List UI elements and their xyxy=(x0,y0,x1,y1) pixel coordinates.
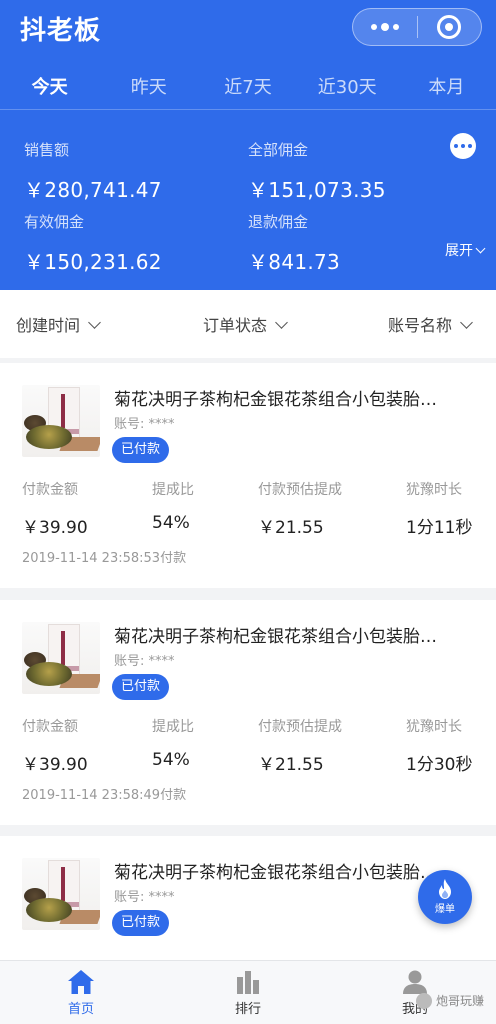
chevron-down-icon xyxy=(88,315,101,329)
chevron-down-icon xyxy=(475,243,486,253)
filter-account-name[interactable]: 账号名称 xyxy=(388,312,473,336)
tab-last-30-days[interactable]: 近30天 xyxy=(298,66,397,110)
product-thumbnail xyxy=(22,385,100,457)
status-badge: 已付款 xyxy=(112,674,170,700)
stat-label: 有效佣金 xyxy=(24,213,85,231)
status-badge: 已付款 xyxy=(112,437,170,463)
order-card[interactable]: 菊花决明子茶枸杞金银花茶组合小包装胎… 账号: **** 已付款 付款金额 ￥39… xyxy=(0,363,496,588)
col-rate: 提成比 54% xyxy=(152,719,194,770)
app-title: 抖老板 xyxy=(20,16,102,46)
wechat-account-icon xyxy=(415,992,432,1009)
chevron-down-icon xyxy=(275,315,288,329)
col-estimate: 付款预估提成 ￥21.55 xyxy=(258,482,342,538)
tabs-divider xyxy=(0,109,496,110)
chevron-down-icon xyxy=(460,315,473,329)
payment-time: 2019-11-14 23:58:49付款 xyxy=(22,788,187,803)
col-period: 犹豫时长 1分30秒 xyxy=(406,719,473,775)
col-amount: 付款金额 ￥39.90 xyxy=(22,719,88,775)
account-info: 账号: **** xyxy=(114,890,175,905)
col-estimate: 付款预估提成 ￥21.55 xyxy=(258,719,342,775)
more-menu-button[interactable] xyxy=(353,9,417,45)
hot-orders-button[interactable]: 爆单 xyxy=(418,870,472,924)
bar-chart-icon xyxy=(237,971,259,994)
col-period: 犹豫时长 1分11秒 xyxy=(406,482,473,538)
stat-refund-commission: 退款佣金 ￥841.73 xyxy=(248,211,340,275)
product-thumbnail xyxy=(22,858,100,930)
stat-sales: 销售额 ￥280,741.47 xyxy=(24,139,162,203)
filter-bar: 创建时间 订单状态 账号名称 xyxy=(0,290,496,358)
mini-program-capsule xyxy=(352,8,482,46)
tab-today[interactable]: 今天 xyxy=(0,66,99,110)
tabbar-item-ranking[interactable]: 排行 xyxy=(193,969,303,1017)
expand-button[interactable]: 展开 xyxy=(445,240,486,260)
order-card[interactable]: 菊花决明子茶枸杞金银花茶组合小包装胎… 账号: **** 已付款 付款金额 ￥39… xyxy=(0,600,496,825)
target-icon xyxy=(437,15,462,39)
product-name: 菊花决明子茶枸杞金银花茶组合小包装胎… xyxy=(114,627,437,647)
flame-icon xyxy=(439,879,451,899)
close-program-button[interactable] xyxy=(418,9,482,45)
tab-yesterday[interactable]: 昨天 xyxy=(99,66,198,110)
stats-more-icon[interactable] xyxy=(450,133,476,159)
product-thumbnail xyxy=(22,622,100,694)
payment-time: 2019-11-14 23:58:53付款 xyxy=(22,551,187,566)
stat-value: ￥150,231.62 xyxy=(24,250,162,274)
col-rate: 提成比 54% xyxy=(152,482,194,533)
home-icon xyxy=(68,970,94,994)
tabbar-label: 首页 xyxy=(67,1002,94,1017)
date-range-tabs: 今天 昨天 近7天 近30天 本月 xyxy=(0,66,496,110)
filter-order-status[interactable]: 订单状态 xyxy=(203,312,288,336)
tabbar-item-home[interactable]: 首页 xyxy=(26,969,136,1017)
account-info: 账号: **** xyxy=(114,654,175,669)
header: 抖老板 今天 昨天 近7天 近30天 本月 销售额 ￥280,741.47 全部… xyxy=(0,0,496,290)
stat-value: ￥841.73 xyxy=(248,250,341,274)
stat-value: ￥280,741.47 xyxy=(24,178,162,202)
stat-label: 退款佣金 xyxy=(248,213,309,231)
filter-label: 订单状态 xyxy=(203,316,268,335)
stat-value: ￥151,073.35 xyxy=(248,178,386,202)
product-name: 菊花决明子茶枸杞金银花茶组合小包装胎… xyxy=(114,863,437,883)
fab-label: 爆单 xyxy=(435,904,455,915)
tabbar-label: 排行 xyxy=(234,1002,261,1017)
tab-this-month[interactable]: 本月 xyxy=(397,66,496,110)
account-info: 账号: **** xyxy=(114,417,175,432)
stat-valid-commission: 有效佣金 ￥150,231.62 xyxy=(24,211,162,275)
stat-label: 销售额 xyxy=(24,141,70,159)
filter-label: 创建时间 xyxy=(16,316,81,335)
filter-label: 账号名称 xyxy=(388,316,453,335)
watermark: 炮哥玩赚 xyxy=(415,992,484,1009)
product-name: 菊花决明子茶枸杞金银花茶组合小包装胎… xyxy=(114,390,437,410)
expand-label: 展开 xyxy=(445,243,473,259)
stat-label: 全部佣金 xyxy=(248,141,309,159)
col-amount: 付款金额 ￥39.90 xyxy=(22,482,88,538)
filter-created-time[interactable]: 创建时间 xyxy=(16,312,101,336)
tab-last-7-days[interactable]: 近7天 xyxy=(198,66,297,110)
more-dots-icon xyxy=(370,23,399,31)
status-badge: 已付款 xyxy=(112,910,170,936)
stat-total-commission: 全部佣金 ￥151,073.35 xyxy=(248,139,386,203)
